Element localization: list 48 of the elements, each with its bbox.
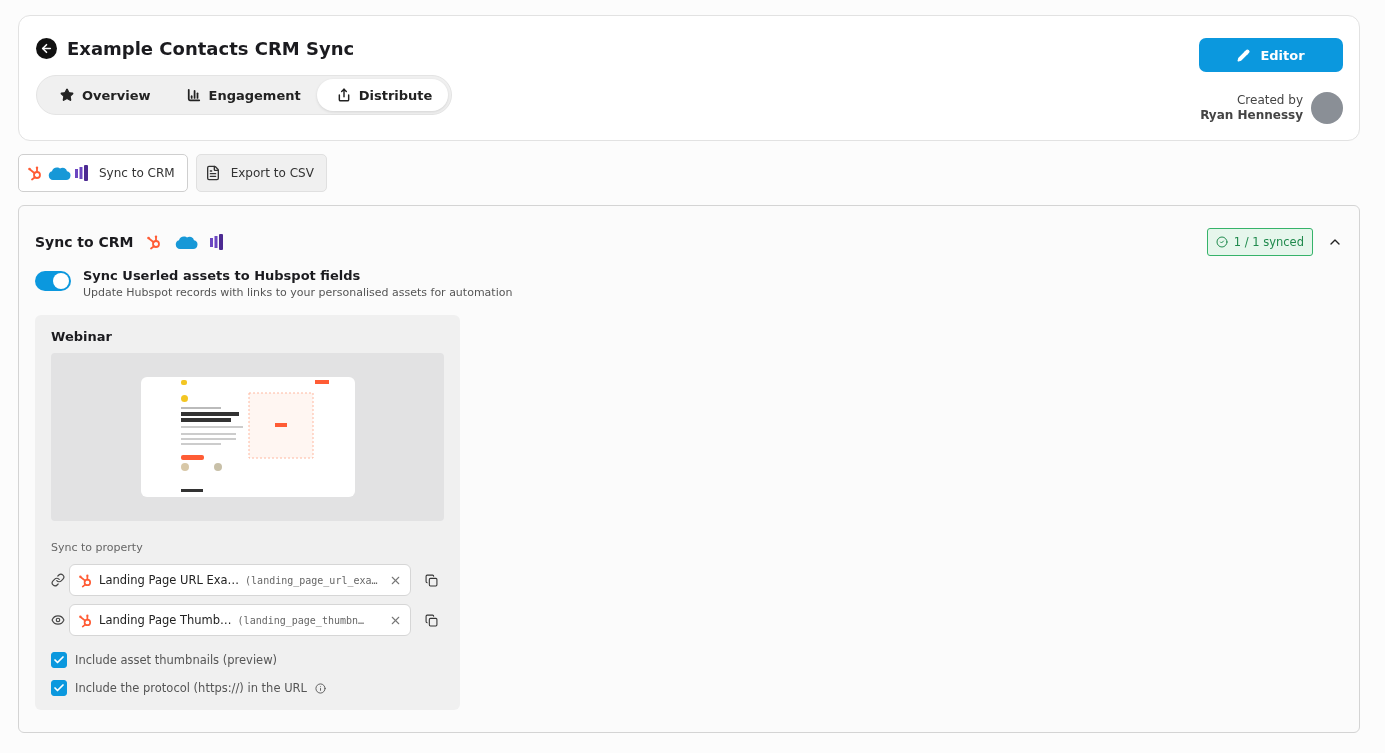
property-name: Landing Page URL Exa… [99,573,240,587]
checkbox[interactable] [51,680,67,696]
pencil-icon [1237,48,1251,62]
hubspot-logo-icon [27,165,43,181]
toggle-switch[interactable] [35,271,71,291]
tab[interactable]: Overview [40,79,167,111]
hubspot-logo-icon [145,234,162,250]
action-button[interactable]: Sync to CRM [18,154,188,192]
checkmark-icon [53,682,65,694]
created-by-label: Created by [1236,93,1303,108]
bar-chart-icon [186,88,201,102]
checkbox[interactable] [51,652,67,668]
copy-button[interactable] [425,573,438,587]
share-icon [336,88,351,102]
cloud-logo-icon [47,165,71,181]
hubspot-logo-icon [78,572,93,588]
sync-status-badge: 1 / 1 synced [1206,228,1313,256]
page-title: Example Contacts CRM Sync [67,38,355,59]
star-icon [60,88,74,102]
asset-title: Webinar [51,329,113,344]
property-label: Sync to property [51,541,144,554]
avatar [1311,92,1343,124]
toggle-label: Sync Userled assets to Hubspot fields [83,268,362,283]
action-button[interactable]: Export to CSV [195,154,327,192]
copy-button[interactable] [425,613,438,627]
csv-file-icon [204,165,221,181]
tab[interactable]: Engagement [166,79,317,111]
property-name: Landing Page Thumb… [99,613,232,627]
cloud-logo-icon [173,234,198,250]
property-select[interactable]: Landing Page URL Exa… (landing_page_url_exa… [69,564,411,596]
property-key: (landing_page_thumbn… [237,614,383,626]
property-select[interactable]: Landing Page Thumb… (landing_page_thumbn… [69,604,411,636]
option-label: Include asset thumbnails (preview) [75,653,278,667]
eye-icon [51,613,65,627]
tab[interactable]: Distribute [316,79,449,111]
hubspot-logo-icon [78,612,93,628]
check-circle-icon [1215,236,1228,248]
bars-logo-icon [75,165,89,181]
checkmark-icon [53,654,65,666]
back-button[interactable] [36,38,57,59]
link-icon [51,573,65,587]
toggle-description: Update Hubspot records with links to your personalised assets for automation [83,286,513,299]
arrow-left-icon [40,42,53,55]
property-key: (landing_page_url_exa… [245,574,383,586]
panel-title: Sync to CRM [35,234,134,250]
option-label: Include the protocol (https://) in the URL [75,681,307,695]
author-name: Ryan Hennessy [1200,108,1303,123]
bars-logo-icon [209,234,224,250]
